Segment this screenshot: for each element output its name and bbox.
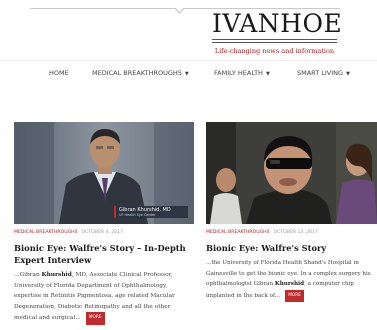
chevron-down-icon: ▼ [184, 71, 189, 77]
header-rule-notch [174, 3, 185, 14]
excerpt-line: ...the University of Florida Health Shan… [206, 260, 359, 266]
excerpt-line-text: medical and surgical... [14, 315, 81, 322]
nav-item-family-health[interactable]: FAMILY HEALTH ▼ [214, 69, 270, 77]
logo-text[interactable]: IVANHOE [212, 10, 342, 37]
excerpt-line: ...Gibran Khurshid, MD, Associate Clinic… [14, 272, 173, 278]
nav-divider [0, 60, 377, 61]
logo-rule [212, 42, 337, 43]
article-meta: MEDICAL BREAKTHROUGHS OCTOBER 13, 2017 [206, 230, 318, 235]
excerpt-line: expertise in Retinitis Pigmentosa, age r… [14, 293, 175, 300]
article-meta: MEDICAL BREAKTHROUGHS OCTOBER 4, 2017 [14, 230, 123, 235]
excerpt-line: Gainesville to get the bionic eye. In a … [206, 270, 371, 277]
article-date: OCTOBER 13, 2017 [273, 230, 318, 235]
excerpt-line: University of Florida Department of Opht… [14, 282, 168, 289]
article-image-doctor-interview[interactable]: Gibran Khurshid, MD UF Health Eye Center [14, 122, 194, 224]
article-category[interactable]: MEDICAL BREAKTHROUGHS [206, 230, 270, 235]
nav-item-label: HOME [49, 69, 69, 77]
excerpt-line-text: implanted in the back of... [206, 292, 281, 299]
nav-item-label: SMART LIVING [297, 69, 344, 77]
logo-rule [212, 39, 337, 40]
article-excerpt: ...the University of Florida Health Shan… [206, 258, 377, 303]
article-category[interactable]: MEDICAL BREAKTHROUGHS [14, 230, 78, 235]
chevron-down-icon: ▼ [346, 71, 350, 77]
nav-item-label: MEDICAL BREAKTHROUGHS [92, 69, 182, 77]
article-date: OCTOBER 4, 2017 [81, 230, 124, 235]
nav-item-medical-breakthroughs[interactable]: MEDICAL BREAKTHROUGHS ▼ [92, 69, 189, 77]
article-image-bionic-eye-patient[interactable] [206, 122, 377, 224]
more-button[interactable]: MORE [285, 289, 305, 303]
nav-item-home[interactable]: HOME [49, 69, 69, 77]
chevron-down-icon: ▼ [265, 71, 270, 77]
article-excerpt: ...Gibran Khurshid, MD, Associate Clinic… [14, 270, 196, 325]
more-button[interactable]: MORE [85, 312, 105, 325]
site-tagline: Life-changing news and information [214, 47, 335, 55]
excerpt-line: ophthalmologist Gibran Khurshid, a compu… [206, 281, 354, 288]
site-logo[interactable]: IVANHOE Life-changing news and informati… [212, 10, 342, 55]
article-title[interactable]: Bionic Eye: Walfre's Story – In-Depth Ex… [14, 242, 194, 266]
excerpt-line: Degeneration, Diabetic Retinopathy and a… [14, 303, 171, 310]
nav-item-smart-living[interactable]: SMART LIVING ▼ [297, 69, 350, 77]
excerpt-line: implanted in the back of... MORE [206, 289, 377, 303]
excerpt-line: medical and surgical... MORE [14, 312, 196, 325]
image-caption-org: UF Health Eye Center [119, 213, 156, 217]
article-title[interactable]: Bionic Eye: Walfre's Story [206, 242, 377, 254]
nav-item-label: FAMILY HEALTH [214, 69, 263, 77]
